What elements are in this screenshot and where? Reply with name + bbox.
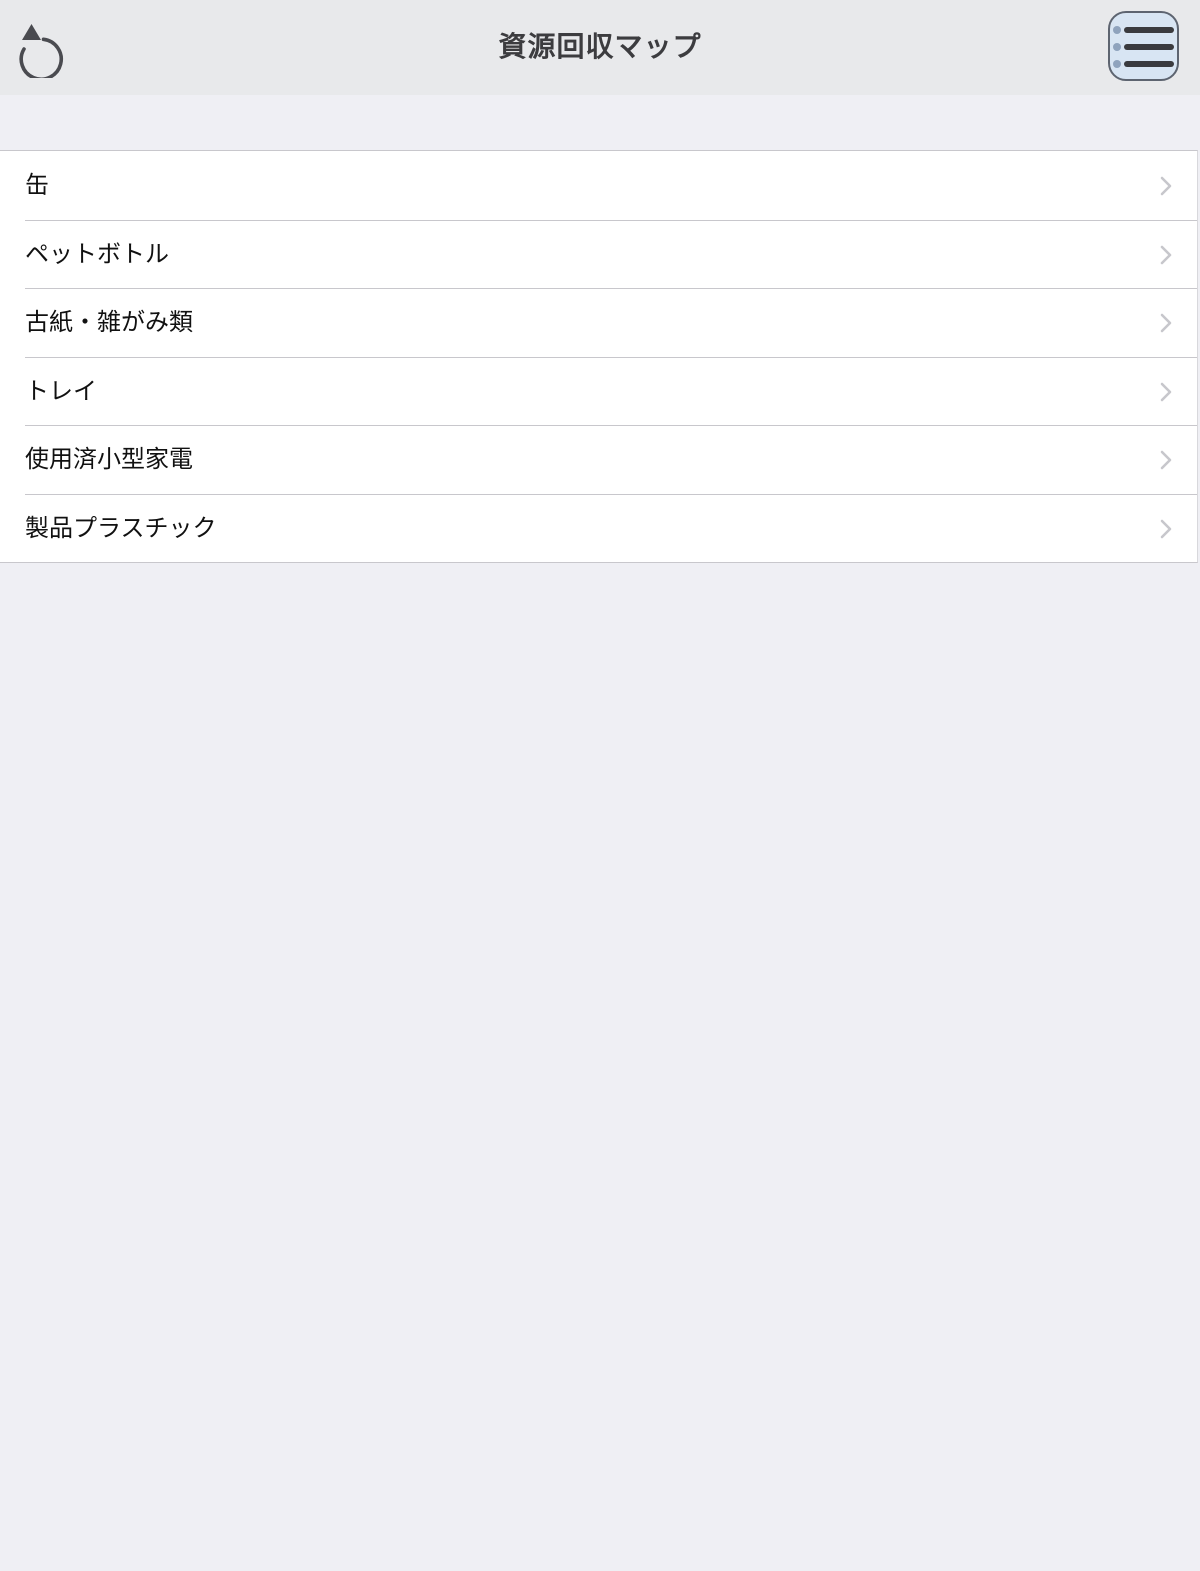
- navigation-bar: 資源回収マップ: [0, 0, 1200, 95]
- list-item-label: ペットボトル: [25, 239, 169, 268]
- list-item-label: 製品プラスチック: [25, 513, 217, 542]
- chevron-right-icon: [1159, 175, 1173, 197]
- category-list: 缶 ペットボトル 古紙・雑がみ類 トレイ 使用済小型家電 製品プラスチック: [0, 150, 1198, 563]
- list-item-plastic-products[interactable]: 製品プラスチック: [0, 493, 1197, 563]
- chevron-right-icon: [1159, 244, 1173, 266]
- list-item-label: トレイ: [25, 376, 97, 405]
- list-item-label: 古紙・雑がみ類: [25, 308, 193, 336]
- page-title: 資源回収マップ: [498, 30, 702, 63]
- chevron-right-icon: [1159, 449, 1173, 471]
- chevron-right-icon: [1159, 381, 1173, 403]
- chevron-right-icon: [1159, 312, 1173, 334]
- list-item-pet-bottle[interactable]: ペットボトル: [0, 219, 1197, 289]
- list-item-paper[interactable]: 古紙・雑がみ類: [0, 288, 1197, 357]
- menu-list-icon: [1113, 26, 1174, 68]
- list-item-label: 缶: [25, 171, 49, 199]
- list-item-can[interactable]: 缶: [0, 151, 1197, 220]
- list-item-tray[interactable]: トレイ: [0, 356, 1197, 426]
- refresh-icon: [19, 24, 64, 78]
- list-item-label: 使用済小型家電: [25, 445, 193, 473]
- chevron-right-icon: [1159, 518, 1173, 540]
- list-item-small-appliances[interactable]: 使用済小型家電: [0, 425, 1197, 494]
- refresh-button[interactable]: [14, 18, 74, 78]
- menu-button[interactable]: [1108, 11, 1179, 81]
